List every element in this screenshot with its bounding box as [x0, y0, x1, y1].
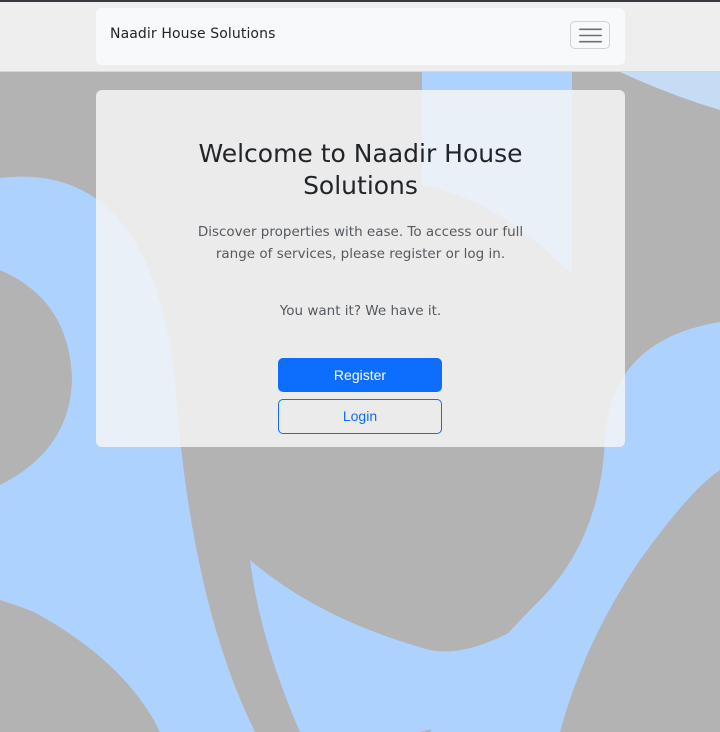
register-button[interactable]: Register [278, 358, 442, 392]
navbar: Naadir House Solutions [96, 8, 625, 65]
welcome-card: Welcome to Naadir House Solutions Discov… [96, 90, 625, 447]
brand-link[interactable]: Naadir House Solutions [110, 26, 275, 42]
page-root: Naadir House Solutions Welcome to Naadir… [0, 0, 720, 732]
hamburger-menu-icon [579, 28, 602, 43]
login-button[interactable]: Login [278, 399, 442, 434]
background-corner-top-right [620, 72, 720, 110]
lead-text: Discover properties with ease. To access… [197, 224, 524, 262]
top-strip [0, 0, 720, 2]
page-title: Welcome to Naadir House Solutions [198, 139, 523, 200]
navbar-toggler-button[interactable] [570, 21, 610, 49]
tagline-text: You want it? We have it. [279, 303, 442, 319]
